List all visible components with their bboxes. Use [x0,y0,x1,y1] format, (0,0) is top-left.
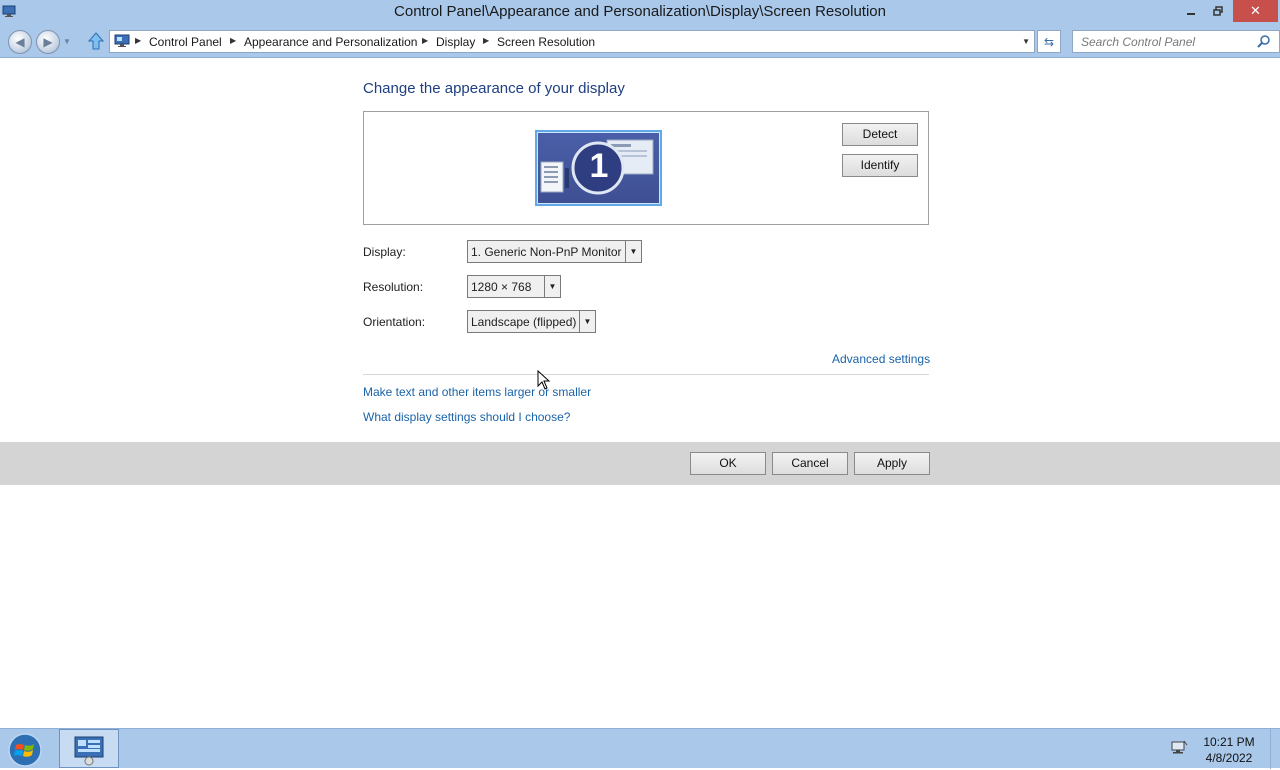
display-label: Display: [363,245,406,259]
breadcrumb-separator-icon[interactable]: ▶ [230,36,236,45]
chevron-down-icon[interactable]: ▼ [625,241,641,262]
breadcrumb-display[interactable]: Display [436,35,475,49]
chevron-down-icon[interactable]: ▼ [544,276,560,297]
screen-resolution-window: Control Panel\Appearance and Personaliza… [0,0,1280,728]
show-desktop-button[interactable] [1270,729,1280,769]
minimize-button[interactable] [1178,0,1204,22]
breadcrumb-screen-resolution[interactable]: Screen Resolution [497,35,595,49]
breadcrumb-appearance-and-personalization[interactable]: Appearance and Personalization [244,35,417,49]
clock-time: 10:21 PM [1203,735,1255,749]
page-heading: Change the appearance of your display [363,80,625,97]
network-tray-icon[interactable] [1170,739,1188,757]
back-button[interactable]: ◀ [8,30,32,54]
up-arrow-icon[interactable] [86,31,106,51]
advanced-settings-link[interactable]: Advanced settings [832,352,930,366]
mouse-cursor-icon [537,370,551,390]
resolution-select[interactable]: 1280 × 768 ▼ [467,275,561,298]
address-dropdown-icon[interactable]: ▼ [1022,37,1030,46]
breadcrumb-separator-icon[interactable]: ▶ [422,36,428,45]
monitor-1-thumbnail[interactable]: 1 [535,130,662,206]
navigation-bar: ◀ ▶ ▼ ▶ Control Panel ▶ Appearance and P… [0,26,1280,58]
detect-button[interactable]: Detect [842,123,918,146]
display-select[interactable]: 1. Generic Non-PnP Monitor ▼ [467,240,642,263]
recent-pages-dropdown-icon[interactable]: ▼ [63,37,71,46]
ok-button[interactable]: OK [690,452,766,475]
search-icon[interactable] [1257,34,1271,48]
identify-button[interactable]: Identify [842,154,918,177]
divider [363,374,929,375]
control-panel-taskbar-icon [74,736,104,766]
start-button-windows-logo-icon[interactable] [5,731,45,767]
dialog-button-bar: OK Cancel Apply [0,442,1280,485]
restore-button[interactable] [1205,0,1231,22]
control-panel-location-icon [114,34,130,47]
close-icon: ✕ [1250,3,1261,18]
display-select-value: 1. Generic Non-PnP Monitor [471,245,622,259]
orientation-select-value: Landscape (flipped) [471,315,577,329]
breadcrumb-control-panel[interactable]: Control Panel [149,35,222,49]
restore-icon [1213,6,1223,16]
monitor-number-label: 1 [589,147,609,185]
search-input[interactable] [1073,31,1253,52]
text-size-link[interactable]: Make text and other items larger or smal… [363,385,591,399]
refresh-button[interactable]: ⇆ [1037,30,1061,53]
chevron-down-icon[interactable]: ▼ [579,311,595,332]
resolution-select-value: 1280 × 768 [471,280,532,294]
forward-button[interactable]: ▶ [36,30,60,54]
title-bar: Control Panel\Appearance and Personaliza… [0,0,1280,26]
resolution-label: Resolution: [363,280,424,294]
taskbar-control-panel-button[interactable] [59,729,119,768]
window-title: Control Panel\Appearance and Personaliza… [394,3,886,20]
search-box [1072,30,1280,53]
close-button[interactable]: ✕ [1233,0,1278,22]
orientation-select[interactable]: Landscape (flipped) ▼ [467,310,596,333]
minimize-icon [1187,13,1195,15]
taskbar: 10:21 PM 4/8/2022 [0,728,1280,769]
display-arrangement-panel: 1 Detect Identify [363,111,929,225]
cancel-button[interactable]: Cancel [772,452,848,475]
display-settings-help-link[interactable]: What display settings should I choose? [363,410,570,424]
taskbar-clock[interactable]: 10:21 PM 4/8/2022 [1196,734,1262,766]
breadcrumb-separator-icon[interactable]: ▶ [135,36,141,45]
forward-arrow-icon: ▶ [43,35,53,49]
clock-date: 4/8/2022 [1205,751,1253,765]
apply-button[interactable]: Apply [854,452,930,475]
back-arrow-icon: ◀ [15,35,25,49]
orientation-label: Orientation: [363,315,426,329]
refresh-icon: ⇆ [1043,34,1055,49]
breadcrumb-separator-icon[interactable]: ▶ [483,36,489,45]
address-bar[interactable]: ▶ Control Panel ▶ Appearance and Persona… [109,30,1035,53]
